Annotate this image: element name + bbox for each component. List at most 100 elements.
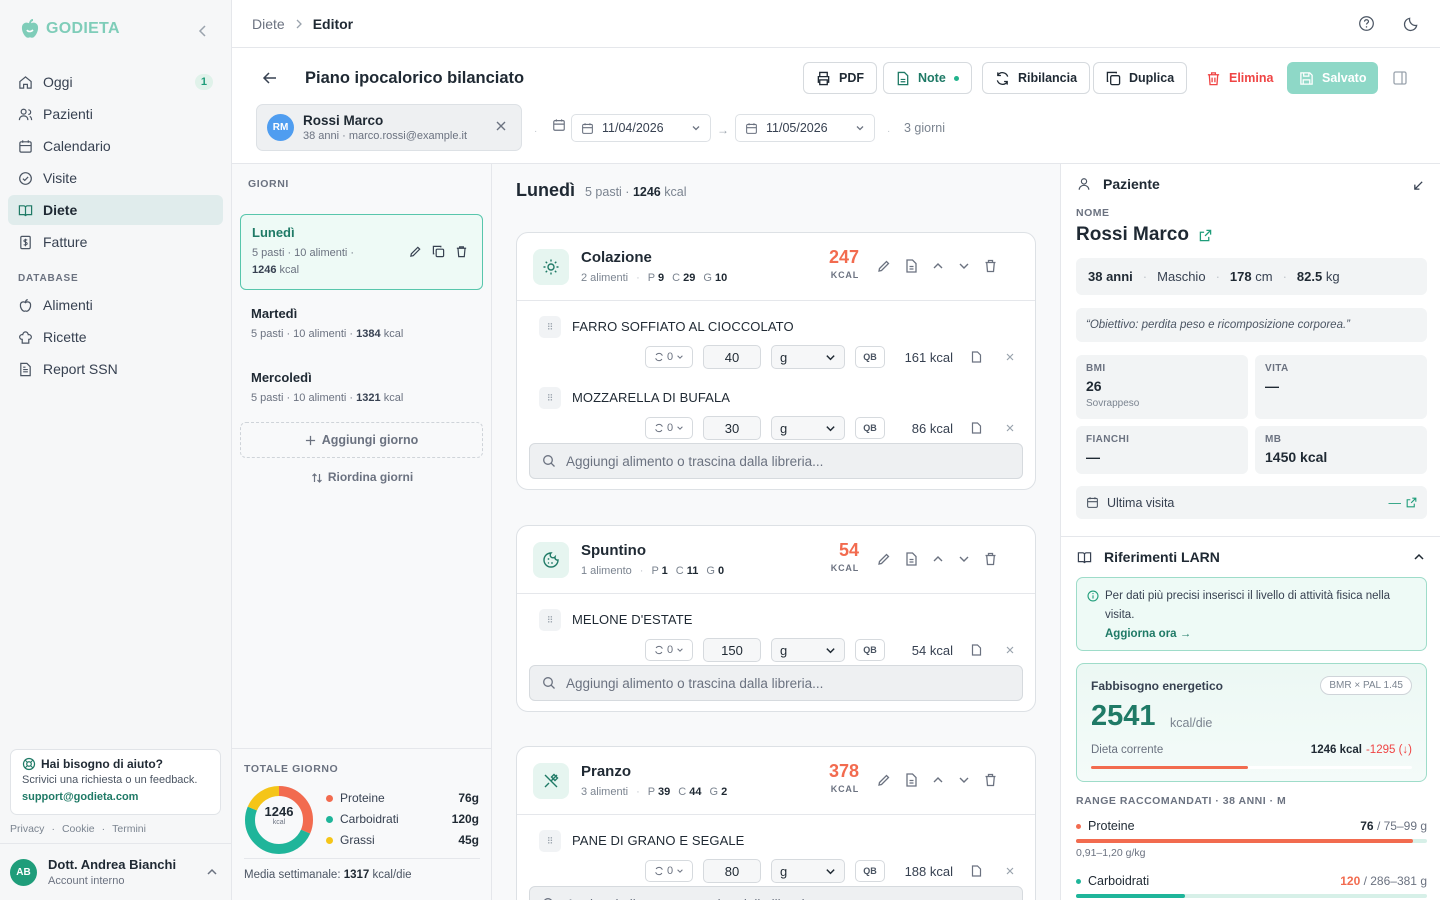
note-file-icon[interactable] [905,773,918,787]
app-logo[interactable]: GODIETA [18,17,120,41]
trash-icon[interactable] [984,552,997,566]
edit-pencil-icon[interactable] [877,552,891,566]
patient-section-header[interactable]: Paziente [1077,176,1160,192]
move-down-icon[interactable] [958,773,970,787]
qb-toggle[interactable]: QB [855,860,885,882]
unit-select[interactable]: g [771,859,845,883]
remove-food-icon[interactable] [1006,424,1014,432]
cookie-link[interactable]: Cookie [62,823,95,835]
quantity-input[interactable]: 40 [703,345,761,369]
privacy-link[interactable]: Privacy [10,823,44,835]
help-circle-icon[interactable] [1358,15,1375,32]
sidebar-item-report-ssn[interactable]: Report SSN [8,354,223,384]
start-date-input[interactable]: 11/04/2026 [571,114,711,142]
meal-name[interactable]: Colazione [581,249,652,266]
support-email-link[interactable]: support@godieta.com [22,791,209,803]
pdf-button[interactable]: PDF [803,62,877,94]
drag-handle-icon[interactable]: ⠿ [539,387,561,409]
external-link-icon[interactable] [1199,229,1212,242]
food-name[interactable]: FARRO SOFFIATO AL CIOCCOLATO [572,319,794,334]
move-up-icon[interactable] [932,259,944,273]
drag-handle-icon[interactable]: ⠿ [539,316,561,338]
page-title[interactable]: Piano ipocalorico bilanciato [305,69,524,88]
save-button[interactable]: Salvato [1287,62,1378,94]
note-file-icon[interactable] [905,259,918,273]
patient-chip[interactable]: RM Rossi Marco 38 anni · marco.rossi@exa… [256,104,522,151]
edit-pencil-icon[interactable] [877,773,891,787]
end-date-input[interactable]: 11/05/2026 [735,114,875,142]
trash-icon[interactable] [984,773,997,787]
update-now-link[interactable]: Aggiorna ora → [1105,625,1416,644]
note-file-icon[interactable] [971,644,982,656]
remove-food-icon[interactable] [1006,646,1014,654]
qb-toggle[interactable]: QB [855,417,885,439]
chevron-up-icon[interactable] [1413,551,1425,563]
edit-pencil-icon[interactable] [409,245,422,258]
add-food-search[interactable]: Aggiungi alimento o trascina dalla libre… [529,443,1023,479]
dark-mode-moon-icon[interactable] [1403,15,1420,32]
substitution-dropdown[interactable]: 0 [645,346,693,368]
sidebar-item-diete[interactable]: Diete [8,195,223,225]
meal-name[interactable]: Pranzo [581,763,631,780]
substitution-dropdown[interactable]: 0 [645,860,693,882]
move-down-icon[interactable] [958,259,970,273]
unit-select[interactable]: g [771,638,845,662]
qb-toggle[interactable]: QB [855,639,885,661]
day-item[interactable]: Lunedì 5 pasti · 10 alimenti · 1246 kcal [240,214,483,290]
terms-link[interactable]: Termini [112,823,146,835]
sidebar-item-visite[interactable]: Visite [8,163,223,193]
move-up-icon[interactable] [932,552,944,566]
sidebar-item-alimenti[interactable]: Alimenti [8,290,223,320]
collapse-section-icon[interactable] [1413,180,1424,191]
remove-patient-icon[interactable] [495,120,507,132]
note-file-icon[interactable] [971,351,982,363]
copy-icon[interactable] [432,245,445,258]
delete-button[interactable]: Elimina [1194,62,1286,94]
food-name[interactable]: MOZZARELLA DI BUFALA [572,390,730,405]
help-card[interactable]: Hai bisogno di aiuto? Scrivici una richi… [10,749,221,815]
sidebar-item-ricette[interactable]: Ricette [8,322,223,352]
meal-name[interactable]: Spuntino [581,542,646,559]
duplicate-button[interactable]: Duplica [1093,62,1188,94]
drag-handle-icon[interactable]: ⠿ [539,830,561,852]
sidebar-item-oggi[interactable]: Oggi 1 [8,67,223,97]
sidebar-item-fatture[interactable]: Fatture [8,227,223,257]
food-name[interactable]: MELONE D'ESTATE [572,612,693,627]
sidebar-item-calendario[interactable]: Calendario [8,131,223,161]
larn-section-header[interactable]: Riferimenti LARN [1077,549,1220,565]
collapse-sidebar-icon[interactable] [196,24,210,38]
day-item[interactable]: Mercoledì 5 pasti · 10 alimenti · 1321 k… [240,360,483,417]
move-up-icon[interactable] [932,773,944,787]
substitution-dropdown[interactable]: 0 [645,639,693,661]
remove-food-icon[interactable] [1006,353,1014,361]
unit-select[interactable]: g [771,345,845,369]
back-arrow-icon[interactable] [262,70,278,86]
sidebar-item-pazienti[interactable]: Pazienti [8,99,223,129]
note-file-icon[interactable] [971,422,982,434]
trash-icon[interactable] [984,259,997,273]
unit-select[interactable]: g [771,416,845,440]
note-file-icon[interactable] [905,552,918,566]
breadcrumb-diete[interactable]: Diete [252,16,285,32]
last-visit-row[interactable]: Ultima visita — [1076,486,1427,519]
drag-handle-icon[interactable]: ⠿ [539,609,561,631]
toggle-panel-icon[interactable] [1392,70,1408,86]
remove-food-icon[interactable] [1006,867,1014,875]
quantity-input[interactable]: 150 [703,638,761,662]
day-item[interactable]: Martedì 5 pasti · 10 alimenti · 1384 kca… [240,296,483,353]
note-file-icon[interactable] [971,865,982,877]
move-down-icon[interactable] [958,552,970,566]
add-food-search[interactable]: Aggiungi alimento o trascina dalla libre… [529,886,1023,900]
food-name[interactable]: PANE DI GRANO E SEGALE [572,833,744,848]
quantity-input[interactable]: 80 [703,859,761,883]
note-button[interactable]: Note [883,62,972,94]
reorder-days-button[interactable]: Riordina giorni [232,470,492,484]
qb-toggle[interactable]: QB [855,346,885,368]
user-menu[interactable]: AB Dott. Andrea Bianchi Account interno [0,843,232,900]
trash-icon[interactable] [455,245,468,258]
external-link-icon[interactable] [1406,497,1417,508]
add-day-button[interactable]: Aggiungi giorno [240,422,483,458]
substitution-dropdown[interactable]: 0 [645,417,693,439]
edit-pencil-icon[interactable] [877,259,891,273]
quantity-input[interactable]: 30 [703,416,761,440]
